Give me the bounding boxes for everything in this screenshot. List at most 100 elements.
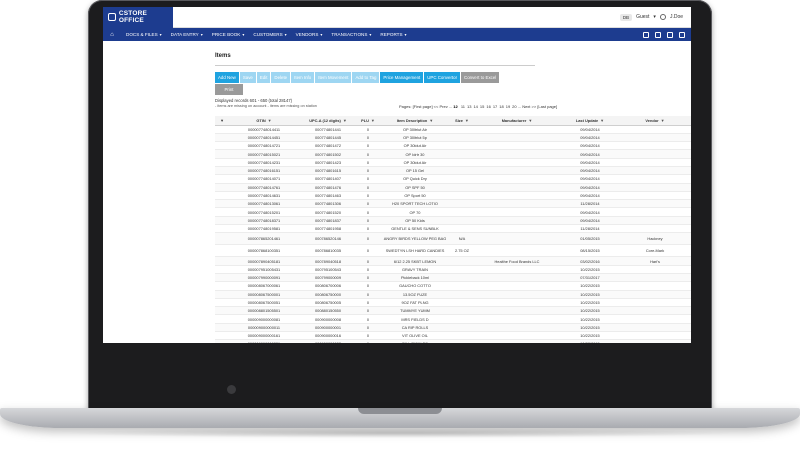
table-row[interactable]: 000007748015021 000774801502 0 OP Idrtr 30 0… bbox=[215, 149, 691, 159]
column-header[interactable]: Manufacturer ▼ bbox=[473, 116, 561, 126]
table-row[interactable]: 000007748013061 000774801306 0 H20 SPORT TE… bbox=[215, 199, 691, 209]
pager-page-link[interactable]: 20 bbox=[512, 104, 516, 109]
filter-icon[interactable]: ▼ bbox=[343, 118, 347, 123]
toolbar-button[interactable]: UPC Convertor bbox=[424, 72, 461, 83]
table-row[interactable]: 000007748014451 000774801445 0 OP 30ltrlut … bbox=[215, 133, 691, 143]
table-row[interactable]: 000007748014721 000774801472 0 OP 30ldut Ai… bbox=[215, 141, 691, 151]
nav-item[interactable]: PRICE BOOK ▾ bbox=[212, 32, 245, 37]
table-row[interactable]: 000007748019581 000774801958 0 GENTLE & SEN… bbox=[215, 224, 691, 234]
table-row[interactable]: 000007990000091 000799000009 0 Pickleback 1… bbox=[215, 273, 691, 283]
nav-item[interactable]: REPORTS ▾ bbox=[380, 32, 406, 37]
nav-item[interactable]: DATA ENTRY ▾ bbox=[171, 32, 203, 37]
row-selector[interactable] bbox=[215, 149, 229, 159]
row-selector[interactable] bbox=[215, 125, 229, 134]
pager-page-link[interactable]: 11 bbox=[461, 104, 465, 109]
grid-icon[interactable] bbox=[643, 31, 649, 38]
filter-icon[interactable]: ▼ bbox=[429, 118, 433, 123]
table-row[interactable]: 000007748014231 000774801423 0 OP 30ldut Ai… bbox=[215, 158, 691, 168]
row-selector[interactable] bbox=[215, 224, 229, 234]
table-row[interactable]: 000007951005431 000795100543 0 GRAVY TRAIN 1… bbox=[215, 265, 691, 274]
toolbar-button[interactable]: Add New bbox=[215, 72, 239, 83]
pager-page-link[interactable]: 18 bbox=[499, 104, 503, 109]
pager-page-link[interactable]: 17 bbox=[493, 104, 497, 109]
row-selector[interactable] bbox=[215, 339, 229, 343]
row-selector[interactable] bbox=[215, 232, 229, 246]
table-row[interactable]: 000007748018371 000774801837 0 OP 50 Kids 09… bbox=[215, 216, 691, 226]
print-button[interactable]: Print bbox=[215, 84, 243, 95]
toolbar-button[interactable]: Item Info bbox=[291, 72, 315, 83]
column-header[interactable]: Item Description ▼ bbox=[379, 116, 451, 126]
table-row[interactable]: 000007748016151 000774801615 0 OP 15 Gel 09/… bbox=[215, 166, 691, 176]
toolbar-button[interactable]: Edit bbox=[256, 72, 271, 83]
row-selector[interactable] bbox=[215, 174, 229, 184]
table-row[interactable]: 000007865201461 000786520146 0 ANGRY BIRDS … bbox=[215, 232, 691, 246]
toolbar-button[interactable]: Save bbox=[239, 72, 256, 83]
table-row[interactable]: 000008067500001 000806750000 0 13.5OZ FUZE 1… bbox=[215, 290, 691, 299]
chevron-down-icon[interactable]: ▾ bbox=[653, 14, 656, 20]
row-selector[interactable] bbox=[215, 265, 229, 274]
table-row[interactable]: 000009000000011 000900000001 0 CA RIP ROLLS… bbox=[215, 323, 691, 333]
table-row[interactable]: 000007868100351 000786810035 0 SWEDTYN LSH … bbox=[215, 244, 691, 258]
pager-next[interactable]: ... Next >> [Last page] bbox=[518, 104, 557, 109]
filter-icon[interactable]: ▼ bbox=[371, 118, 375, 123]
filter-icon[interactable]: ▼ bbox=[268, 118, 272, 123]
table-row[interactable]: 000008067500051 000806750005 0 9OZ FAT PLNG… bbox=[215, 298, 691, 308]
filter-icon[interactable]: ▼ bbox=[600, 118, 604, 123]
pager-prev[interactable]: Pages: [First page] << Prev ... bbox=[399, 104, 452, 109]
row-selector[interactable] bbox=[215, 166, 229, 176]
guest-label[interactable]: Guest bbox=[636, 14, 649, 20]
filter-icon[interactable]: ▼ bbox=[661, 118, 665, 123]
row-selector[interactable] bbox=[215, 244, 229, 258]
toolbar-button[interactable]: Add to Tag bbox=[352, 72, 380, 83]
nav-item[interactable]: CUSTOMERS ▾ bbox=[253, 32, 286, 37]
toolbar-button[interactable]: Item Movement bbox=[315, 72, 352, 83]
home-icon[interactable]: ⌂ bbox=[107, 32, 117, 38]
pager-page-link[interactable]: 14 bbox=[473, 104, 477, 109]
column-header[interactable]: Last Update ▼ bbox=[561, 116, 619, 126]
table-row[interactable]: 000007748014761 000774801476 0 OP SPF 50 09/… bbox=[215, 183, 691, 192]
row-selector[interactable] bbox=[215, 306, 229, 316]
pager-page-link[interactable]: 13 bbox=[467, 104, 471, 109]
row-selector[interactable] bbox=[215, 314, 229, 324]
column-header[interactable]: GTIN ▼ bbox=[229, 116, 299, 126]
table-row[interactable]: 0000090000003310009000000330DILL PICKLES… bbox=[215, 339, 691, 343]
table-row[interactable]: 000007748014071 000774801407 0 OP Quick Dry… bbox=[215, 174, 691, 184]
row-selector[interactable] bbox=[215, 191, 229, 201]
nav-item[interactable]: DOCS & FILES ▾ bbox=[126, 32, 162, 37]
table-row[interactable]: 000007748014631 000774801463 0 OP Sport 50 0… bbox=[215, 191, 691, 201]
column-header[interactable]: PLU ▼ bbox=[357, 116, 379, 126]
row-selector[interactable] bbox=[215, 256, 229, 266]
column-header[interactable]: Size ▼ bbox=[451, 116, 473, 126]
toolbar-button[interactable]: Delete bbox=[271, 72, 291, 83]
filter-icon[interactable]: ▼ bbox=[215, 116, 229, 126]
brand-logo[interactable]: CSTORE OFFICE bbox=[103, 7, 173, 28]
filter-icon[interactable]: ▼ bbox=[465, 118, 469, 123]
table-row[interactable]: 000007748014411 000774801441 0 OP 30ltrlut … bbox=[215, 125, 691, 134]
filter-icon[interactable]: ▼ bbox=[528, 118, 532, 123]
row-selector[interactable] bbox=[215, 281, 229, 291]
row-selector[interactable] bbox=[215, 216, 229, 226]
row-selector[interactable] bbox=[215, 183, 229, 192]
row-selector[interactable] bbox=[215, 323, 229, 333]
list-icon[interactable] bbox=[655, 31, 661, 38]
row-selector[interactable] bbox=[215, 141, 229, 151]
row-selector[interactable] bbox=[215, 331, 229, 341]
row-selector[interactable] bbox=[215, 199, 229, 209]
nav-item[interactable]: VENDORS ▾ bbox=[296, 32, 323, 37]
pager-page-link[interactable]: 16 bbox=[486, 104, 490, 109]
row-selector[interactable] bbox=[215, 158, 229, 168]
table-row[interactable]: 000008067000061 000806700006 0 GAUCHO COTTO… bbox=[215, 281, 691, 291]
table-row[interactable]: 000007890405181 000789040518 0 6/12 2.25 SK… bbox=[215, 256, 691, 266]
row-selector[interactable] bbox=[215, 133, 229, 143]
pager-page-link[interactable]: 15 bbox=[480, 104, 484, 109]
row-selector[interactable] bbox=[215, 273, 229, 283]
help-icon[interactable] bbox=[667, 31, 673, 38]
nav-item[interactable]: TRANSACTIONS ▾ bbox=[331, 32, 371, 37]
table-row[interactable]: 000007748015201 000774801520 0 OP 70 09/04/2… bbox=[215, 207, 691, 217]
table-row[interactable]: 000009000000081 000900000008 0 MRS FIELDS D… bbox=[215, 314, 691, 324]
row-selector[interactable] bbox=[215, 290, 229, 299]
row-selector[interactable] bbox=[215, 207, 229, 217]
table-row[interactable]: 000009000000161 000900000016 0 VIT OLIVE OI… bbox=[215, 331, 691, 341]
toolbar-button[interactable]: Convert to Excel bbox=[461, 72, 500, 83]
column-header[interactable]: UPC-A (12 digits) ▼ bbox=[299, 116, 357, 126]
